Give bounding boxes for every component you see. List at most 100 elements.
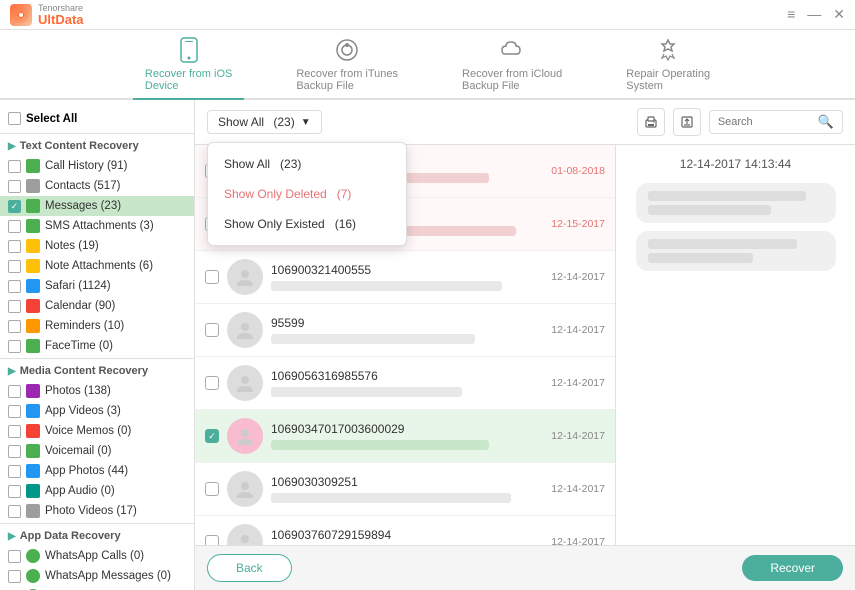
- sms-attach-icon: [26, 219, 40, 233]
- filter-dropdown-menu: Show All (23) Show Only Deleted (7) Show…: [207, 142, 407, 246]
- facetime-icon: [26, 339, 40, 353]
- sidebar-app-videos[interactable]: App Videos (3): [0, 401, 194, 421]
- close-button[interactable]: ✕: [833, 6, 845, 23]
- search-input[interactable]: [718, 116, 818, 128]
- photo-videos-checkbox[interactable]: [8, 505, 21, 518]
- sidebar-facetime[interactable]: FaceTime (0): [0, 336, 194, 356]
- sidebar-messages[interactable]: ✓ Messages (23): [0, 196, 194, 216]
- titlebar: Tenorshare UltData ≡ — ✕: [0, 0, 855, 30]
- filter-chevron-icon: ▼: [301, 117, 311, 128]
- bottom-bar: Back Recover: [195, 545, 855, 590]
- tab-recover-ios[interactable]: Recover from iOSDevice: [133, 30, 244, 100]
- preview-bubble: [636, 183, 836, 223]
- section-app-icon: ▶: [8, 531, 16, 542]
- contacts-checkbox[interactable]: [8, 180, 21, 193]
- call-history-checkbox[interactable]: [8, 160, 21, 173]
- msg-checkbox[interactable]: [205, 376, 219, 390]
- message-row[interactable]: 106900321400555 12-14-2017: [195, 251, 615, 304]
- tab-repair[interactable]: Repair OperatingSystem: [614, 30, 722, 98]
- recover-button[interactable]: Recover: [742, 555, 843, 581]
- voicemail-checkbox[interactable]: [8, 445, 21, 458]
- photos-checkbox[interactable]: [8, 385, 21, 398]
- search-box[interactable]: 🔍: [709, 110, 843, 134]
- sidebar-contacts[interactable]: Contacts (517): [0, 176, 194, 196]
- select-all-item[interactable]: Select All: [0, 106, 194, 131]
- sidebar-photos[interactable]: Photos (138): [0, 381, 194, 401]
- sidebar-reminders[interactable]: Reminders (10): [0, 316, 194, 336]
- voicemail-icon: [26, 444, 40, 458]
- back-button[interactable]: Back: [207, 554, 292, 582]
- sidebar-whatsapp-attachments[interactable]: WhatsApp Attachments (0): [0, 586, 194, 590]
- sidebar-whatsapp-calls[interactable]: WhatsApp Calls (0): [0, 546, 194, 566]
- app-photos-icon: [26, 464, 40, 478]
- message-content: 1069030309251: [271, 475, 543, 503]
- message-contact: 1069056316985576: [271, 369, 543, 383]
- voice-memos-checkbox[interactable]: [8, 425, 21, 438]
- tab-recover-icloud[interactable]: Recover from iCloudBackup File: [450, 30, 574, 98]
- reminders-checkbox[interactable]: [8, 320, 21, 333]
- msg-checkbox[interactable]: [205, 270, 219, 284]
- wa-messages-icon: [26, 569, 40, 583]
- message-row[interactable]: 1069056316985576 12-14-2017: [195, 357, 615, 410]
- minimize-button[interactable]: —: [807, 6, 821, 23]
- select-all-checkbox[interactable]: [8, 112, 21, 125]
- sidebar-voicemail[interactable]: Voicemail (0): [0, 441, 194, 461]
- sidebar-sms-attachments[interactable]: SMS Attachments (3): [0, 216, 194, 236]
- facetime-checkbox[interactable]: [8, 340, 21, 353]
- msg-checkbox[interactable]: [205, 535, 219, 545]
- messages-checkbox[interactable]: ✓: [8, 200, 21, 213]
- sidebar-app-audio[interactable]: App Audio (0): [0, 481, 194, 501]
- message-contact: 1069030309251: [271, 475, 543, 489]
- calendar-checkbox[interactable]: [8, 300, 21, 313]
- safari-icon: [26, 279, 40, 293]
- section-media-recovery: ▶ Media Content Recovery: [0, 361, 194, 381]
- sidebar-app-photos[interactable]: App Photos (44): [0, 461, 194, 481]
- filter-show-all[interactable]: Show All (23): [208, 149, 406, 179]
- window-controls[interactable]: ≡ — ✕: [787, 6, 845, 23]
- preview-panel: 12-14-2017 14:13:44: [615, 145, 855, 545]
- section-media-icon: ▶: [8, 366, 16, 377]
- sidebar-calendar[interactable]: Calendar (90): [0, 296, 194, 316]
- export-button[interactable]: [673, 108, 701, 136]
- message-date: 12-14-2017: [551, 324, 605, 336]
- sidebar-call-history[interactable]: Call History (91): [0, 156, 194, 176]
- message-contact: 95599: [271, 316, 543, 330]
- print-button[interactable]: [637, 108, 665, 136]
- safari-checkbox[interactable]: [8, 280, 21, 293]
- sidebar-photo-videos[interactable]: Photo Videos (17): [0, 501, 194, 521]
- app-photos-checkbox[interactable]: [8, 465, 21, 478]
- app-logo-area: Tenorshare UltData: [10, 3, 84, 26]
- filter-dropdown[interactable]: Show All (23) ▼: [207, 110, 322, 134]
- sidebar-safari[interactable]: Safari (1124): [0, 276, 194, 296]
- message-date: 12-15-2017: [551, 218, 605, 230]
- filter-show-existed[interactable]: Show Only Existed (16): [208, 209, 406, 239]
- wa-calls-checkbox[interactable]: [8, 550, 21, 563]
- message-row[interactable]: 95599 12-14-2017: [195, 304, 615, 357]
- msg-checkbox[interactable]: ✓: [205, 429, 219, 443]
- tab-recover-itunes[interactable]: Recover from iTunesBackup File: [284, 30, 410, 98]
- message-avatar: [227, 312, 263, 348]
- preview-timestamp: 12-14-2017 14:13:44: [680, 157, 791, 171]
- sms-attach-checkbox[interactable]: [8, 220, 21, 233]
- wa-messages-checkbox[interactable]: [8, 570, 21, 583]
- notes-checkbox[interactable]: [8, 240, 21, 253]
- app-audio-checkbox[interactable]: [8, 485, 21, 498]
- message-contact: 106903760729159894: [271, 528, 543, 542]
- msg-checkbox[interactable]: [205, 323, 219, 337]
- message-row[interactable]: 106903760729159894 12-14-2017: [195, 516, 615, 545]
- sidebar-voice-memos[interactable]: Voice Memos (0): [0, 421, 194, 441]
- message-row[interactable]: ✓ 10690347017003600029 12-14-2017: [195, 410, 615, 463]
- msg-checkbox[interactable]: [205, 482, 219, 496]
- contacts-icon: [26, 179, 40, 193]
- menu-icon[interactable]: ≡: [787, 6, 795, 23]
- filter-show-deleted[interactable]: Show Only Deleted (7): [208, 179, 406, 209]
- sidebar-whatsapp-messages[interactable]: WhatsApp Messages (0): [0, 566, 194, 586]
- message-preview: [271, 493, 511, 503]
- note-attach-checkbox[interactable]: [8, 260, 21, 273]
- tab-ios-label: Recover from iOSDevice: [145, 68, 232, 92]
- sidebar-note-attachments[interactable]: Note Attachments (6): [0, 256, 194, 276]
- sidebar-notes[interactable]: Notes (19): [0, 236, 194, 256]
- app-videos-checkbox[interactable]: [8, 405, 21, 418]
- message-row[interactable]: 1069030309251 12-14-2017: [195, 463, 615, 516]
- message-date: 12-14-2017: [551, 377, 605, 389]
